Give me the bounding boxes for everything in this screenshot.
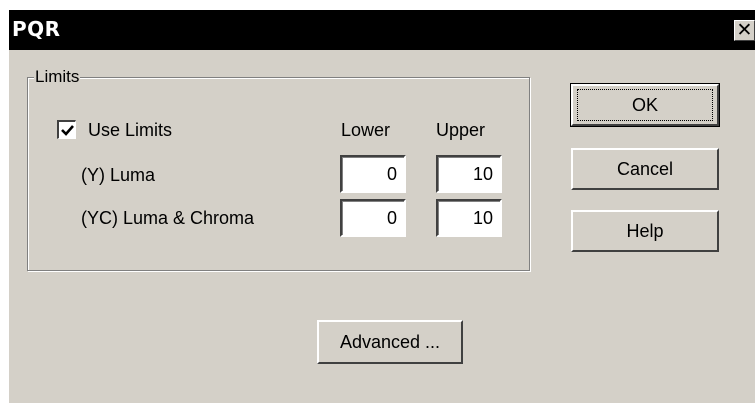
window-title: PQR	[12, 17, 61, 41]
use-limits-checkbox[interactable]	[57, 120, 76, 139]
luma-chroma-upper-input[interactable]: 10	[436, 199, 502, 237]
lower-header: Lower	[341, 120, 391, 140]
advanced-button[interactable]: Advanced ...	[317, 320, 463, 364]
luma-upper-input[interactable]: 10	[436, 155, 502, 193]
help-button-label: Help	[626, 220, 664, 241]
luma-chroma-label: (YC) Luma & Chroma	[81, 208, 255, 228]
advanced-button-label: Advanced ...	[339, 331, 441, 352]
checkmark-icon	[61, 125, 74, 136]
focus-rectangle	[577, 89, 713, 121]
luma-chroma-lower-input[interactable]: 0	[340, 199, 406, 237]
cancel-button[interactable]: Cancel	[571, 148, 719, 190]
close-button[interactable]: ✕	[734, 20, 755, 41]
luma-lower-input[interactable]: 0	[340, 155, 406, 193]
cancel-button-label: Cancel	[616, 158, 674, 179]
ok-button[interactable]: OK	[570, 83, 720, 127]
limits-group-label: Limits	[34, 67, 81, 87]
upper-header: Upper	[436, 120, 486, 140]
close-icon: ✕	[736, 19, 753, 41]
use-limits-label[interactable]: Use Limits	[88, 120, 172, 141]
luma-label: (Y) Luma	[81, 165, 156, 185]
title-bar[interactable]: PQR ✕	[9, 10, 755, 50]
help-button[interactable]: Help	[571, 210, 719, 252]
